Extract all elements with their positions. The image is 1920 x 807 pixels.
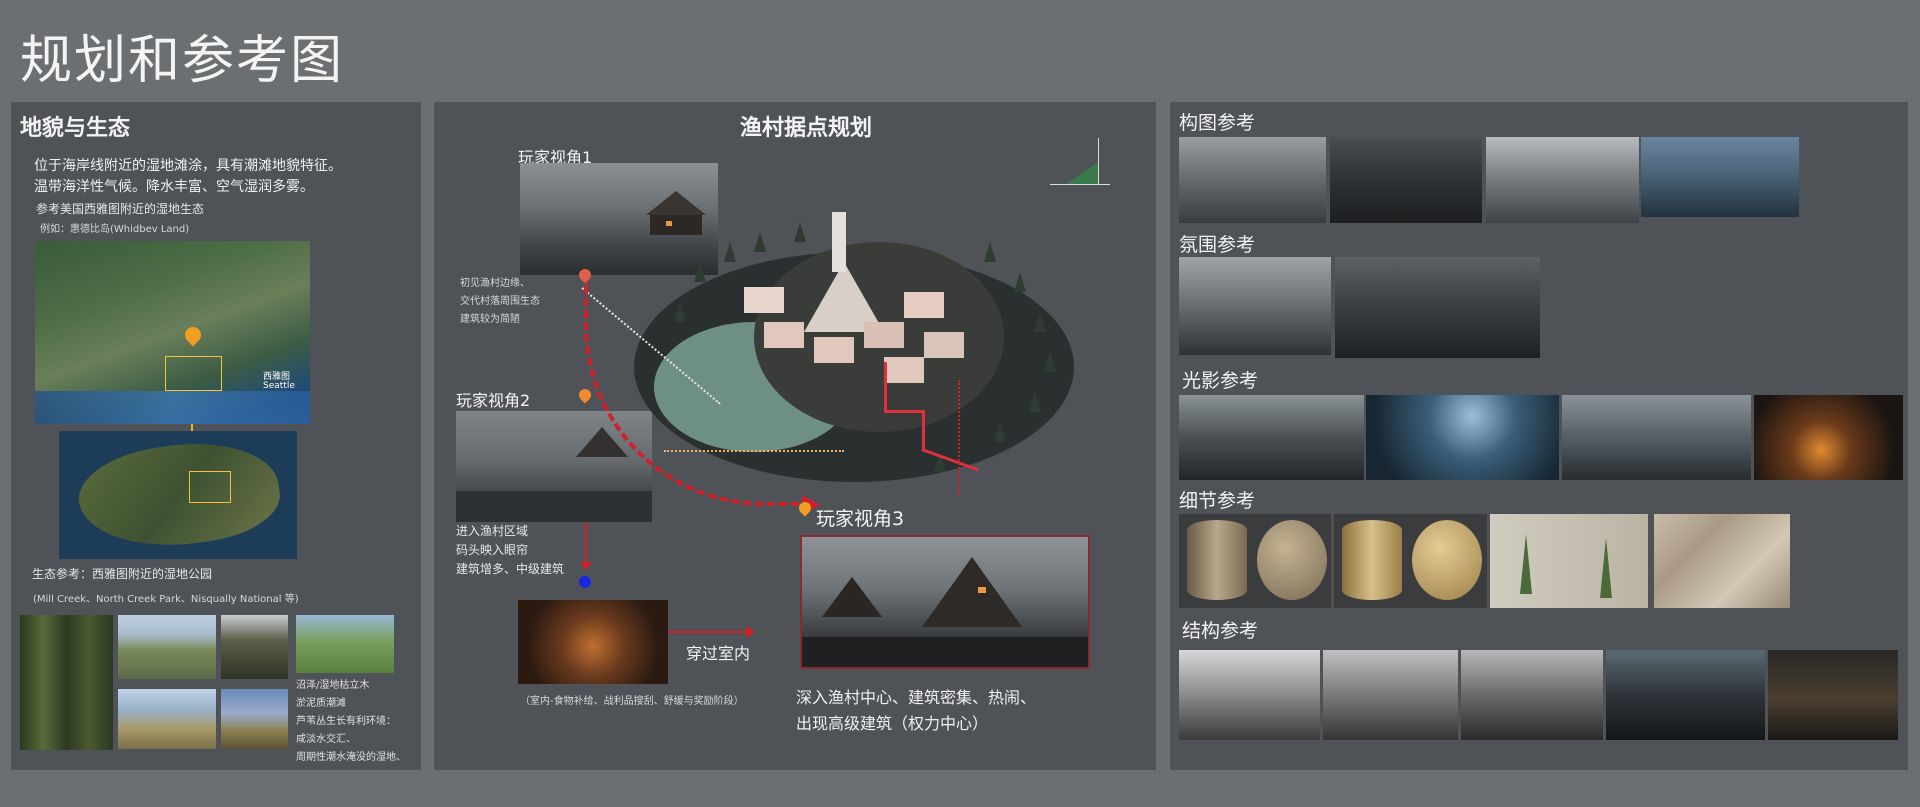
terrain-heading: 地貌与生态	[20, 116, 131, 141]
view1-note: 建筑较为简陋	[460, 314, 520, 325]
view2-pin-icon	[576, 386, 594, 404]
village-panel: 渔村据点规划 玩家视角1 初见渔村边缘、 交代村落周围生态 建筑较为简陋 玩家视…	[434, 102, 1156, 770]
location-pin-icon	[181, 323, 205, 347]
eco-parks: (Mill Creek、North Creek Park、Nisqually N…	[33, 594, 299, 605]
detail-ref-trees	[1490, 514, 1648, 608]
eco-photo-path	[296, 615, 394, 673]
village-heading: 渔村据点规划	[740, 116, 873, 141]
terrain-ref-line: 参考美国西雅图附近的湿地生态	[36, 202, 205, 216]
references-panel: 构图参考 氛围参考 光影参考 细节参考 结构参考	[1170, 102, 1908, 770]
structure-ref-1	[1179, 650, 1320, 740]
composition-heading: 构图参考	[1179, 112, 1256, 134]
eco-note-line: 淤泥质潮滩	[296, 698, 346, 709]
eco-photo-forest	[20, 615, 113, 750]
eco-note-line: 芦苇丛生长有利环境：	[296, 716, 396, 727]
view1-note: 初见渔村边缘、	[460, 278, 530, 289]
eco-photo-marsh	[221, 615, 288, 679]
eco-title: 生态参考：西雅图附近的湿地公园	[32, 567, 213, 581]
lighting-ref-3	[1562, 395, 1751, 480]
composition-ref-2	[1330, 137, 1482, 223]
eco-note-line: 咸淡水交汇、	[296, 734, 356, 745]
detail-ref-wood	[1179, 514, 1331, 608]
structure-ref-3	[1461, 650, 1603, 740]
view3-image	[800, 535, 1090, 669]
eco-photo-wetland	[221, 689, 288, 749]
island-satellite-image	[59, 431, 297, 559]
lighting-heading: 光影参考	[1182, 370, 1259, 392]
structure-ref-4	[1606, 650, 1765, 740]
view3-label: 玩家视角3	[816, 508, 905, 530]
terrain-desc-1: 位于海岸线附近的湿地滩涂，具有潮滩地貌特征。	[34, 158, 342, 174]
composition-ref-1	[1179, 137, 1326, 223]
lighting-ref-4	[1754, 395, 1903, 480]
view2-label: 玩家视角2	[456, 391, 531, 410]
atmosphere-ref-1	[1179, 257, 1331, 355]
view2-note: 建筑增多、中级建筑	[456, 562, 565, 576]
view1-notes: 初见渔村边缘、 交代村落周围生态 建筑较为简陋	[460, 275, 540, 329]
terrain-panel: 地貌与生态 位于海岸线附近的湿地滩涂，具有潮滩地貌特征。 温带海洋性气候。降水丰…	[11, 102, 421, 770]
interior-note: （室内-食物补给、战利品搜刮、舒缓与奖励阶段）	[520, 696, 744, 707]
eco-note: 沼泽/湿地枯立木 淤泥质潮滩 芦苇丛生长有利环境： 咸淡水交汇、 周期性潮水淹没…	[296, 677, 406, 767]
satellite-map: 西雅图 Seattle	[35, 241, 310, 424]
view2-note: 码头映入眼帘	[456, 543, 529, 557]
structure-heading: 结构参考	[1182, 620, 1259, 642]
atmosphere-heading: 氛围参考	[1179, 234, 1256, 256]
composition-ref-3	[1486, 137, 1639, 223]
lighting-ref-2	[1366, 395, 1559, 480]
map-label-seattle: Seattle	[263, 381, 295, 391]
terrain-example: 例如：惠德比岛(Whidbev Land)	[40, 224, 190, 235]
eco-note-line: 沼泽/湿地枯立木	[296, 680, 370, 691]
interior-image	[518, 600, 668, 684]
view3-notes: 深入渔村中心、建筑密集、热闹、 出现高级建筑（权力中心）	[796, 685, 1036, 737]
structure-ref-5	[1768, 650, 1898, 740]
terrain-desc-2: 温带海洋性气候。降水丰富、空气湿润多雾。	[34, 179, 314, 195]
composition-ref-4	[1641, 137, 1799, 217]
eco-photo-reeds	[118, 689, 216, 749]
page-title: 规划和参考图	[20, 31, 345, 91]
detail-heading: 细节参考	[1179, 490, 1256, 512]
interior-label: 穿过室内	[686, 644, 751, 663]
view3-note: 深入渔村中心、建筑密集、热闹、	[796, 688, 1037, 707]
detail-ref-thatch	[1334, 514, 1487, 608]
structure-ref-2	[1323, 650, 1458, 740]
view2-notes: 进入渔村区域 码头映入眼帘 建筑增多、中级建筑	[456, 522, 564, 579]
eco-note-line: 周期性潮水淹没的湿地、	[296, 752, 406, 763]
eco-photo-boardwalk	[118, 615, 216, 679]
lighting-ref-1	[1179, 395, 1364, 480]
view3-note: 出现高级建筑（权力中心）	[796, 714, 989, 733]
atmosphere-ref-2	[1335, 257, 1540, 358]
interior-pin-icon	[579, 576, 591, 588]
view2-note: 进入渔村区域	[456, 524, 529, 538]
view1-note: 交代村落周围生态	[460, 296, 540, 307]
detail-ref-mud	[1654, 514, 1790, 608]
